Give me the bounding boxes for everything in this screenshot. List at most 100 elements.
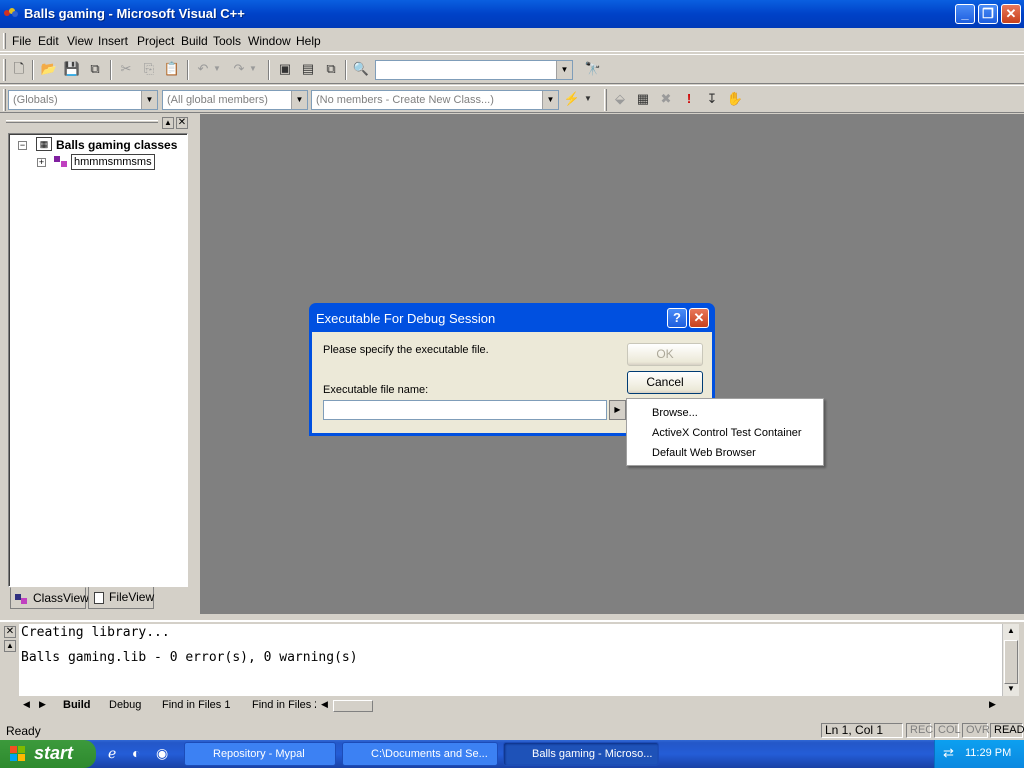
wizard-wand-icon[interactable]: ⚡ bbox=[563, 90, 581, 108]
task-visual-cpp[interactable]: Balls gaming - Microso... bbox=[503, 742, 659, 766]
globals-combo[interactable]: (Globals) ▼ bbox=[8, 90, 158, 110]
clock[interactable]: 11:29 PM bbox=[965, 747, 1011, 759]
menu-tools[interactable]: Tools bbox=[213, 34, 241, 48]
quicklaunch-media-icon[interactable]: ◉ bbox=[156, 745, 168, 762]
ok-button[interactable]: OK bbox=[627, 343, 703, 366]
wizard-dropdown-icon[interactable]: ▼ bbox=[582, 90, 594, 108]
hscroll-thumb[interactable] bbox=[333, 700, 373, 712]
breakpoint-hand-icon[interactable]: ✋ bbox=[726, 90, 744, 108]
executable-file-input[interactable] bbox=[323, 400, 607, 420]
menu-file[interactable]: File bbox=[12, 34, 31, 48]
quicklaunch-browser-icon[interactable]: ◐ bbox=[132, 745, 140, 761]
popup-item-web-browser[interactable]: Default Web Browser bbox=[652, 447, 756, 459]
tab-scroll-left-icon[interactable]: ◀ bbox=[23, 699, 30, 710]
menu-insert[interactable]: Insert bbox=[98, 34, 128, 48]
paste-icon[interactable]: 📋 bbox=[163, 60, 181, 78]
tab-classview[interactable]: ClassView bbox=[10, 587, 89, 609]
network-icon[interactable]: ⇄ bbox=[943, 745, 954, 761]
hscroll-right-icon[interactable]: ▶ bbox=[989, 699, 996, 710]
menu-build[interactable]: Build bbox=[181, 34, 208, 48]
window-list-icon[interactable]: ⧉ bbox=[322, 60, 340, 78]
output-maximize-button[interactable]: ▲ bbox=[4, 640, 16, 652]
toolbar-separator bbox=[268, 60, 270, 80]
output-text[interactable]: Creating library... Balls gaming.lib - 0… bbox=[19, 624, 1002, 696]
toolbar-separator bbox=[345, 60, 347, 80]
undo-icon[interactable]: ↶ bbox=[194, 60, 212, 78]
toolbar-separator bbox=[187, 60, 189, 80]
go-icon[interactable]: ↧ bbox=[703, 90, 721, 108]
output-icon[interactable]: ▤ bbox=[299, 60, 317, 78]
dialog-close-button[interactable]: ✕ bbox=[689, 308, 709, 328]
quicklaunch-ie-icon[interactable]: ℯ bbox=[108, 745, 116, 762]
tab-scroll-right-icon[interactable]: ▶ bbox=[39, 699, 46, 710]
chevron-down-icon[interactable]: ▼ bbox=[556, 61, 572, 79]
find-in-files-icon[interactable]: 🔍 bbox=[352, 60, 370, 78]
class-tree[interactable]: − ▦ Balls gaming classes + hmmmsmmsms bbox=[8, 133, 188, 587]
workspace-grip[interactable] bbox=[6, 120, 158, 123]
tab-build[interactable]: Build bbox=[63, 699, 91, 711]
chevron-down-icon[interactable]: ▼ bbox=[291, 91, 307, 109]
scroll-thumb[interactable] bbox=[1004, 640, 1018, 684]
output-vertical-scrollbar[interactable]: ▲ ▼ bbox=[1002, 624, 1019, 696]
cut-icon[interactable]: ✂ bbox=[117, 60, 135, 78]
task-repository[interactable]: Repository - Mypal bbox=[184, 742, 336, 766]
start-button[interactable]: start bbox=[0, 740, 96, 768]
task-label: Balls gaming - Microso... bbox=[532, 748, 653, 760]
collapse-toggle-icon[interactable]: − bbox=[18, 141, 27, 150]
scroll-up-icon[interactable]: ▲ bbox=[1003, 626, 1019, 635]
tab-debug[interactable]: Debug bbox=[109, 699, 141, 711]
open-folder-icon[interactable]: 📂 bbox=[40, 60, 58, 78]
workspace-maximize-button[interactable]: ▲ bbox=[162, 117, 174, 129]
close-button[interactable]: ✕ bbox=[1001, 4, 1021, 24]
help-button[interactable]: ? bbox=[667, 308, 687, 328]
build-icon[interactable]: ▦ bbox=[634, 90, 652, 108]
copy-icon[interactable]: ⎘ bbox=[140, 60, 158, 78]
menu-window[interactable]: Window bbox=[248, 34, 291, 48]
expand-toggle-icon[interactable]: + bbox=[37, 158, 46, 167]
undo-dropdown-icon[interactable]: ▼ bbox=[212, 60, 222, 78]
find-combo[interactable]: ▼ bbox=[375, 60, 573, 80]
workspace-icon[interactable]: ▣ bbox=[276, 60, 294, 78]
dialog-prompt: Please specify the executable file. bbox=[323, 344, 489, 356]
menu-edit[interactable]: Edit bbox=[38, 34, 59, 48]
execute-icon[interactable]: ! bbox=[680, 90, 698, 108]
stop-build-icon[interactable]: ✖ bbox=[657, 90, 675, 108]
cancel-button[interactable]: Cancel bbox=[627, 371, 703, 394]
menubar-grip[interactable] bbox=[3, 33, 6, 49]
redo-icon[interactable]: ↷ bbox=[230, 60, 248, 78]
task-label: C:\Documents and Se... bbox=[371, 748, 488, 760]
menu-view[interactable]: View bbox=[67, 34, 93, 48]
hscroll-left-icon[interactable]: ◀ bbox=[321, 699, 328, 710]
title-bar[interactable]: Balls gaming - Microsoft Visual C++ _ ❐ … bbox=[0, 0, 1024, 28]
menu-project[interactable]: Project bbox=[137, 34, 174, 48]
tree-child-label[interactable]: hmmmsmmsms bbox=[71, 154, 155, 170]
col-indicator: COL bbox=[934, 723, 961, 738]
find-binoculars-icon[interactable]: 🔭 bbox=[584, 60, 602, 78]
menu-help[interactable]: Help bbox=[296, 34, 321, 48]
toolbar-grip[interactable] bbox=[3, 59, 6, 81]
tab-find-in-files-1[interactable]: Find in Files 1 bbox=[162, 699, 230, 711]
restore-button[interactable]: ❐ bbox=[978, 4, 998, 24]
workspace-close-button[interactable]: ✕ bbox=[176, 117, 188, 129]
toolbar-grip[interactable] bbox=[604, 89, 607, 111]
chevron-down-icon[interactable]: ▼ bbox=[141, 91, 157, 109]
compile-icon[interactable]: ⬙ bbox=[611, 90, 629, 108]
redo-dropdown-icon[interactable]: ▼ bbox=[248, 60, 258, 78]
tab-find-in-files-2[interactable]: Find in Files 2 bbox=[252, 699, 316, 711]
class-combo[interactable]: (No members - Create New Class...) ▼ bbox=[311, 90, 559, 110]
save-icon[interactable]: 💾 bbox=[63, 60, 81, 78]
output-close-button[interactable]: ✕ bbox=[4, 626, 16, 638]
minimize-button[interactable]: _ bbox=[955, 4, 975, 24]
save-all-icon[interactable]: ⧉ bbox=[86, 60, 104, 78]
popup-item-activex[interactable]: ActiveX Control Test Container bbox=[652, 427, 802, 439]
task-documents-folder[interactable]: C:\Documents and Se... bbox=[342, 742, 498, 766]
chevron-right-icon[interactable]: ▶ bbox=[609, 400, 626, 420]
toolbar-grip[interactable] bbox=[3, 89, 6, 111]
scroll-down-icon[interactable]: ▼ bbox=[1003, 684, 1019, 693]
tree-root-label[interactable]: Balls gaming classes bbox=[56, 138, 177, 152]
popup-item-browse[interactable]: Browse... bbox=[652, 407, 698, 419]
new-text-file-icon[interactable]: 🗋 bbox=[10, 60, 28, 78]
tab-fileview[interactable]: FileView bbox=[88, 587, 154, 609]
chevron-down-icon[interactable]: ▼ bbox=[542, 91, 558, 109]
members-combo[interactable]: (All global members) ▼ bbox=[162, 90, 308, 110]
